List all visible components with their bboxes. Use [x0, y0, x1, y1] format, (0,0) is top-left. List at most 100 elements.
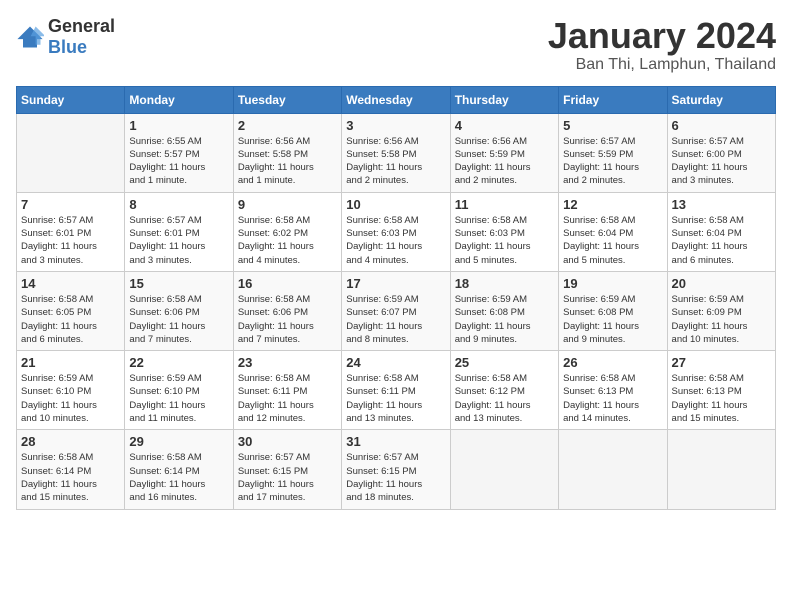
day-info: Sunrise: 6:58 AM Sunset: 6:05 PM Dayligh…	[21, 293, 120, 346]
day-info: Sunrise: 6:58 AM Sunset: 6:11 PM Dayligh…	[238, 372, 337, 425]
day-info: Sunrise: 6:56 AM Sunset: 5:58 PM Dayligh…	[238, 135, 337, 188]
logo: General Blue	[16, 16, 115, 58]
calendar-cell: 15 Sunrise: 6:58 AM Sunset: 6:06 PM Dayli…	[125, 271, 233, 350]
day-number: 22	[129, 355, 228, 370]
day-number: 6	[672, 118, 771, 133]
calendar-cell: 17Sunrise: 6:59 AM Sunset: 6:07 PM Dayli…	[342, 271, 450, 350]
day-info: Sunrise: 6:58 AM Sunset: 6:06 PM Dayligh…	[238, 293, 337, 346]
col-sunday: Sunday	[17, 86, 125, 113]
day-number: 4	[455, 118, 554, 133]
day-number: 12	[563, 197, 662, 212]
calendar-cell: 10 Sunrise: 6:58 AM Sunset: 6:03 PM Dayli…	[342, 192, 450, 271]
day-info: Sunrise: 6:57 AM Sunset: 6:15 PM Dayligh…	[346, 451, 445, 504]
month-title: January 2024	[548, 16, 776, 56]
day-info: Sunrise: 6:57 AM Sunset: 6:00 PM Dayligh…	[672, 135, 771, 188]
day-number: 20	[672, 276, 771, 291]
calendar-cell: 28Sunrise: 6:58 AM Sunset: 6:14 PM Dayli…	[17, 430, 125, 509]
calendar-cell: 6 Sunrise: 6:57 AM Sunset: 6:00 PM Daylig…	[667, 113, 775, 192]
calendar-cell: 11Sunrise: 6:58 AM Sunset: 6:03 PM Dayli…	[450, 192, 558, 271]
day-number: 24	[346, 355, 445, 370]
calendar-cell: 3 Sunrise: 6:56 AM Sunset: 5:58 PM Daylig…	[342, 113, 450, 192]
day-number: 19	[563, 276, 662, 291]
day-info: Sunrise: 6:58 AM Sunset: 6:11 PM Dayligh…	[346, 372, 445, 425]
header-row: Sunday Monday Tuesday Wednesday Thursday…	[17, 86, 776, 113]
day-info: Sunrise: 6:58 AM Sunset: 6:14 PM Dayligh…	[129, 451, 228, 504]
logo-general: General	[48, 16, 115, 36]
day-number: 30	[238, 434, 337, 449]
day-number: 18	[455, 276, 554, 291]
calendar-cell	[559, 430, 667, 509]
title-block: January 2024 Ban Thi, Lamphun, Thailand	[548, 16, 776, 74]
calendar-cell	[667, 430, 775, 509]
day-number: 8	[129, 197, 228, 212]
calendar-cell: 31 Sunrise: 6:57 AM Sunset: 6:15 PM Dayli…	[342, 430, 450, 509]
calendar-week-5: 28Sunrise: 6:58 AM Sunset: 6:14 PM Dayli…	[17, 430, 776, 509]
day-info: Sunrise: 6:58 AM Sunset: 6:04 PM Dayligh…	[672, 214, 771, 267]
col-tuesday: Tuesday	[233, 86, 341, 113]
col-saturday: Saturday	[667, 86, 775, 113]
logo-text: General Blue	[48, 16, 115, 58]
calendar-week-2: 7 Sunrise: 6:57 AM Sunset: 6:01 PM Daylig…	[17, 192, 776, 271]
calendar-cell: 30 Sunrise: 6:57 AM Sunset: 6:15 PM Dayli…	[233, 430, 341, 509]
day-info: Sunrise: 6:58 AM Sunset: 6:04 PM Dayligh…	[563, 214, 662, 267]
day-number: 27	[672, 355, 771, 370]
day-number: 1	[129, 118, 228, 133]
logo-blue: Blue	[48, 37, 87, 57]
calendar-week-4: 21Sunrise: 6:59 AM Sunset: 6:10 PM Dayli…	[17, 351, 776, 430]
day-info: Sunrise: 6:58 AM Sunset: 6:12 PM Dayligh…	[455, 372, 554, 425]
day-number: 25	[455, 355, 554, 370]
day-number: 2	[238, 118, 337, 133]
calendar-cell: 18 Sunrise: 6:59 AM Sunset: 6:08 PM Dayli…	[450, 271, 558, 350]
col-monday: Monday	[125, 86, 233, 113]
day-info: Sunrise: 6:59 AM Sunset: 6:08 PM Dayligh…	[563, 293, 662, 346]
day-info: Sunrise: 6:56 AM Sunset: 5:58 PM Dayligh…	[346, 135, 445, 188]
day-number: 3	[346, 118, 445, 133]
day-info: Sunrise: 6:59 AM Sunset: 6:08 PM Dayligh…	[455, 293, 554, 346]
calendar-cell: 25 Sunrise: 6:58 AM Sunset: 6:12 PM Dayli…	[450, 351, 558, 430]
day-info: Sunrise: 6:58 AM Sunset: 6:14 PM Dayligh…	[21, 451, 120, 504]
calendar-cell: 23 Sunrise: 6:58 AM Sunset: 6:11 PM Dayli…	[233, 351, 341, 430]
calendar-cell: 13 Sunrise: 6:58 AM Sunset: 6:04 PM Dayli…	[667, 192, 775, 271]
calendar-cell: 27Sunrise: 6:58 AM Sunset: 6:13 PM Dayli…	[667, 351, 775, 430]
calendar-cell: 26 Sunrise: 6:58 AM Sunset: 6:13 PM Dayli…	[559, 351, 667, 430]
calendar-cell: 24 Sunrise: 6:58 AM Sunset: 6:11 PM Dayli…	[342, 351, 450, 430]
calendar-body: 1Sunrise: 6:55 AM Sunset: 5:57 PM Daylig…	[17, 113, 776, 509]
day-info: Sunrise: 6:59 AM Sunset: 6:09 PM Dayligh…	[672, 293, 771, 346]
calendar-cell: 22Sunrise: 6:59 AM Sunset: 6:10 PM Dayli…	[125, 351, 233, 430]
day-info: Sunrise: 6:57 AM Sunset: 6:01 PM Dayligh…	[129, 214, 228, 267]
day-number: 5	[563, 118, 662, 133]
calendar-cell: 8 Sunrise: 6:57 AM Sunset: 6:01 PM Daylig…	[125, 192, 233, 271]
calendar-cell: 19 Sunrise: 6:59 AM Sunset: 6:08 PM Dayli…	[559, 271, 667, 350]
day-info: Sunrise: 6:58 AM Sunset: 6:02 PM Dayligh…	[238, 214, 337, 267]
col-friday: Friday	[559, 86, 667, 113]
day-info: Sunrise: 6:59 AM Sunset: 6:07 PM Dayligh…	[346, 293, 445, 346]
col-wednesday: Wednesday	[342, 86, 450, 113]
col-thursday: Thursday	[450, 86, 558, 113]
day-number: 15	[129, 276, 228, 291]
day-number: 11	[455, 197, 554, 212]
calendar-cell: 14 Sunrise: 6:58 AM Sunset: 6:05 PM Dayli…	[17, 271, 125, 350]
day-info: Sunrise: 6:58 AM Sunset: 6:06 PM Dayligh…	[129, 293, 228, 346]
calendar-cell: 5 Sunrise: 6:57 AM Sunset: 5:59 PM Daylig…	[559, 113, 667, 192]
day-info: Sunrise: 6:58 AM Sunset: 6:03 PM Dayligh…	[346, 214, 445, 267]
day-info: Sunrise: 6:57 AM Sunset: 5:59 PM Dayligh…	[563, 135, 662, 188]
day-info: Sunrise: 6:57 AM Sunset: 6:01 PM Dayligh…	[21, 214, 120, 267]
day-info: Sunrise: 6:58 AM Sunset: 6:13 PM Dayligh…	[563, 372, 662, 425]
day-number: 26	[563, 355, 662, 370]
calendar-cell: 4 Sunrise: 6:56 AM Sunset: 5:59 PM Daylig…	[450, 113, 558, 192]
calendar-table: Sunday Monday Tuesday Wednesday Thursday…	[16, 86, 776, 510]
day-number: 10	[346, 197, 445, 212]
calendar-cell	[17, 113, 125, 192]
day-number: 13	[672, 197, 771, 212]
day-number: 14	[21, 276, 120, 291]
day-number: 31	[346, 434, 445, 449]
day-number: 7	[21, 197, 120, 212]
calendar-cell: 12 Sunrise: 6:58 AM Sunset: 6:04 PM Dayli…	[559, 192, 667, 271]
day-number: 23	[238, 355, 337, 370]
day-info: Sunrise: 6:57 AM Sunset: 6:15 PM Dayligh…	[238, 451, 337, 504]
calendar-cell: 7 Sunrise: 6:57 AM Sunset: 6:01 PM Daylig…	[17, 192, 125, 271]
location-title: Ban Thi, Lamphun, Thailand	[548, 56, 776, 74]
calendar-cell: 16Sunrise: 6:58 AM Sunset: 6:06 PM Dayli…	[233, 271, 341, 350]
calendar-cell: 9Sunrise: 6:58 AM Sunset: 6:02 PM Daylig…	[233, 192, 341, 271]
day-info: Sunrise: 6:56 AM Sunset: 5:59 PM Dayligh…	[455, 135, 554, 188]
